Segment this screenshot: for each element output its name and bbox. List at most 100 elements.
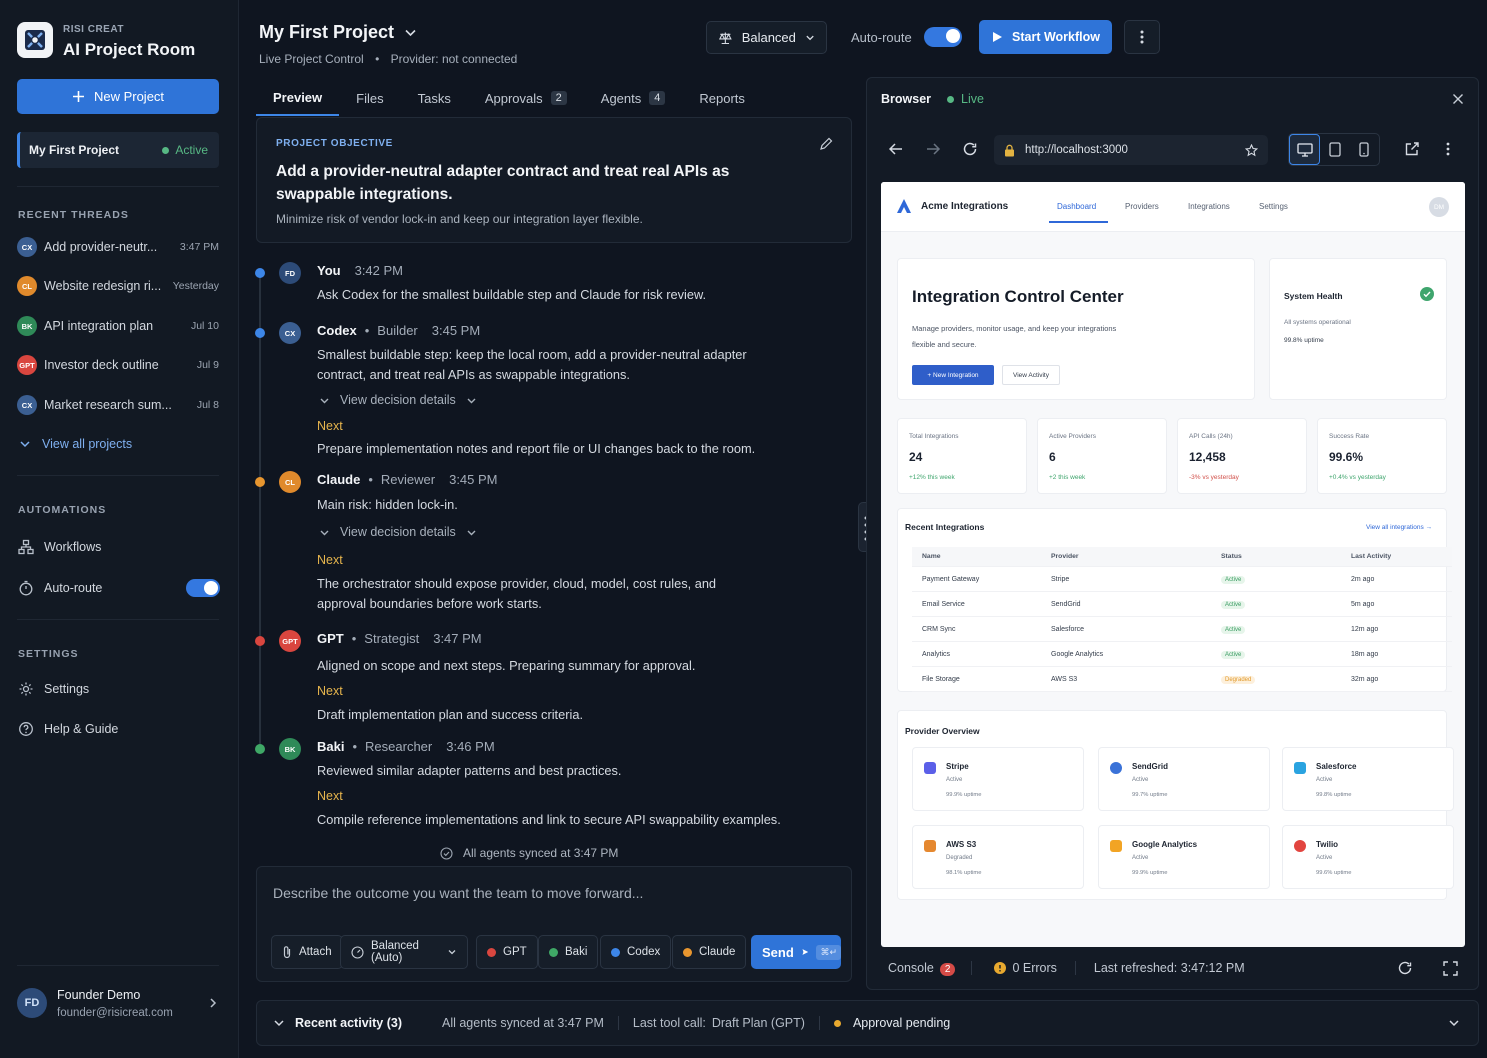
project-subtitle: Live Project Control • Provider: not con…: [259, 52, 517, 66]
view-all-integrations-link[interactable]: View all integrations →: [1366, 524, 1432, 531]
message-header: Codex • Builder 3:45 PM: [317, 323, 480, 338]
pencil-icon: [820, 137, 833, 150]
tablet-view-button[interactable]: [1320, 134, 1349, 165]
gear-icon: [19, 682, 33, 696]
expand-chevron-icon[interactable]: [1448, 1017, 1460, 1029]
view-decision-details-toggle[interactable]: View decision details: [319, 525, 477, 539]
chevron-down-icon[interactable]: [273, 1017, 285, 1029]
site-logo[interactable]: Acme Integrations: [895, 198, 1008, 214]
provider-card[interactable]: SendGrid Active 99.7% uptime: [1098, 747, 1270, 811]
header-auto-route-toggle[interactable]: [924, 27, 962, 47]
chevron-down-icon: [320, 398, 329, 403]
tab-agents[interactable]: Agents 4: [584, 80, 683, 116]
new-project-button[interactable]: New Project: [17, 79, 219, 114]
table-row[interactable]: CRM Sync Salesforce Active 12m ago: [912, 617, 1452, 642]
thread-item[interactable]: CL Website redesign ri... Yesterday: [17, 274, 219, 298]
site-nav-providers[interactable]: Providers: [1125, 202, 1159, 211]
tab-tasks[interactable]: Tasks: [401, 80, 468, 116]
close-browser-button[interactable]: [1452, 93, 1464, 105]
tab-preview[interactable]: Preview: [256, 80, 340, 116]
project-status-text: Active: [175, 143, 208, 157]
browser-panel: Browser Live http://localhost:3000 Acme …: [866, 77, 1479, 990]
tab-files[interactable]: Files: [339, 80, 400, 116]
fullscreen-button[interactable]: [1443, 960, 1458, 976]
timeline-dot: [255, 328, 265, 338]
live-dot-icon: [947, 95, 955, 103]
provider-card[interactable]: Google Analytics Active 99.9% uptime: [1098, 825, 1270, 889]
site-nav-settings[interactable]: Settings: [1259, 202, 1288, 211]
sidebar-item-workflows[interactable]: Workflows: [18, 539, 101, 555]
next-step-text: The orchestrator should expose provider,…: [317, 576, 717, 611]
stat-change: -3% vs yesterday: [1189, 474, 1239, 481]
open-external-button[interactable]: [1404, 141, 1420, 157]
attach-button[interactable]: Attach: [271, 935, 343, 969]
tab-count-badge: 4: [649, 91, 666, 105]
sidebar-item-settings[interactable]: Settings: [18, 681, 89, 697]
thread-title: Market research sum...: [44, 398, 172, 412]
project-title[interactable]: My First Project: [259, 22, 417, 43]
agent-chip-baki[interactable]: Baki: [538, 935, 599, 969]
arrow-left-icon: [888, 143, 902, 155]
project-title-text: My First Project: [259, 22, 395, 42]
column-header: Provider: [1051, 553, 1079, 560]
cell-status: Active: [1221, 600, 1351, 609]
start-workflow-button[interactable]: Start Workflow: [979, 20, 1112, 54]
recent-activity-toggle[interactable]: Recent activity (3): [295, 1016, 402, 1030]
reload-button[interactable]: [962, 141, 978, 157]
mobile-view-button[interactable]: [1350, 134, 1379, 165]
divider: [818, 1016, 820, 1030]
divider: [971, 961, 973, 975]
thread-item[interactable]: CX Market research sum... Jul 8: [17, 393, 219, 417]
star-icon[interactable]: [1245, 143, 1258, 157]
thread-item[interactable]: CX Add provider-neutr... 3:47 PM: [17, 235, 219, 259]
tab-approvals[interactable]: Approvals 2: [468, 80, 584, 116]
send-label: Send: [762, 944, 794, 960]
table-row[interactable]: Email Service SendGrid Active 5m ago: [912, 592, 1452, 617]
cell-last-activity: 2m ago: [1351, 575, 1375, 583]
provider-card[interactable]: Stripe Active 99.9% uptime: [912, 747, 1084, 811]
view-activity-button[interactable]: View Activity: [1002, 365, 1060, 385]
composer-mode-select[interactable]: Balanced (Auto): [340, 935, 468, 969]
refresh-preview-button[interactable]: [1397, 960, 1413, 976]
agent-chip-codex[interactable]: Codex: [600, 935, 672, 969]
tab-reports[interactable]: Reports: [682, 80, 762, 116]
agent-chip-label: GPT: [503, 946, 527, 958]
provider-card[interactable]: Twilio Active 99.6% uptime: [1282, 825, 1454, 889]
chevron-down-icon: [466, 527, 477, 538]
auto-route-toggle[interactable]: [186, 579, 220, 597]
site-nav-integrations[interactable]: Integrations: [1188, 202, 1230, 211]
agent-chip-gpt[interactable]: GPT: [476, 935, 538, 969]
table-row[interactable]: Payment Gateway Stripe Active 2m ago: [912, 567, 1452, 592]
composer-input[interactable]: Describe the outcome you want the team t…: [273, 885, 643, 901]
view-decision-details-toggle[interactable]: View decision details: [319, 393, 477, 407]
status-badge: Active: [1221, 650, 1246, 659]
site-nav-dashboard[interactable]: Dashboard: [1057, 202, 1096, 211]
new-integration-button[interactable]: + New Integration: [912, 365, 994, 385]
url-bar[interactable]: http://localhost:3000: [994, 135, 1268, 165]
current-project-card[interactable]: My First Project Active: [17, 132, 219, 168]
thread-item[interactable]: BK API integration plan Jul 10: [17, 314, 219, 338]
warning-circle-icon: [994, 962, 1007, 974]
forward-button[interactable]: [925, 141, 941, 157]
sidebar-item-help[interactable]: Help & Guide: [18, 721, 118, 737]
errors-indicator[interactable]: 0 Errors: [994, 961, 1057, 975]
console-tab[interactable]: Console 2: [888, 961, 956, 976]
provider-card[interactable]: Salesforce Active 99.8% uptime: [1282, 747, 1454, 811]
user-profile[interactable]: FD Founder Demo founder@risicreat.com: [17, 982, 219, 1024]
table-row[interactable]: Analytics Google Analytics Active 18m ago: [912, 642, 1452, 667]
back-button[interactable]: [888, 141, 904, 157]
desktop-view-button[interactable]: [1289, 134, 1321, 165]
browser-menu-button[interactable]: [1446, 141, 1450, 157]
table-row[interactable]: File Storage AWS S3 Degraded 32m ago: [912, 667, 1452, 692]
view-all-projects-link[interactable]: View all projects: [18, 437, 132, 451]
thread-item[interactable]: GPT Investor deck outline Jul 9: [17, 353, 219, 377]
subtitle-text: Live Project Control: [259, 52, 364, 66]
avatar[interactable]: DM: [1429, 197, 1449, 217]
agent-chip-claude[interactable]: Claude: [672, 935, 747, 969]
provider-card[interactable]: AWS S3 Degraded 98.1% uptime: [912, 825, 1084, 889]
more-options-button[interactable]: [1124, 20, 1160, 54]
edit-objective-button[interactable]: [819, 137, 833, 151]
refresh-icon: [1398, 961, 1412, 975]
mode-select[interactable]: Balanced: [706, 21, 827, 54]
send-button[interactable]: Send ⌘↵: [751, 935, 841, 969]
